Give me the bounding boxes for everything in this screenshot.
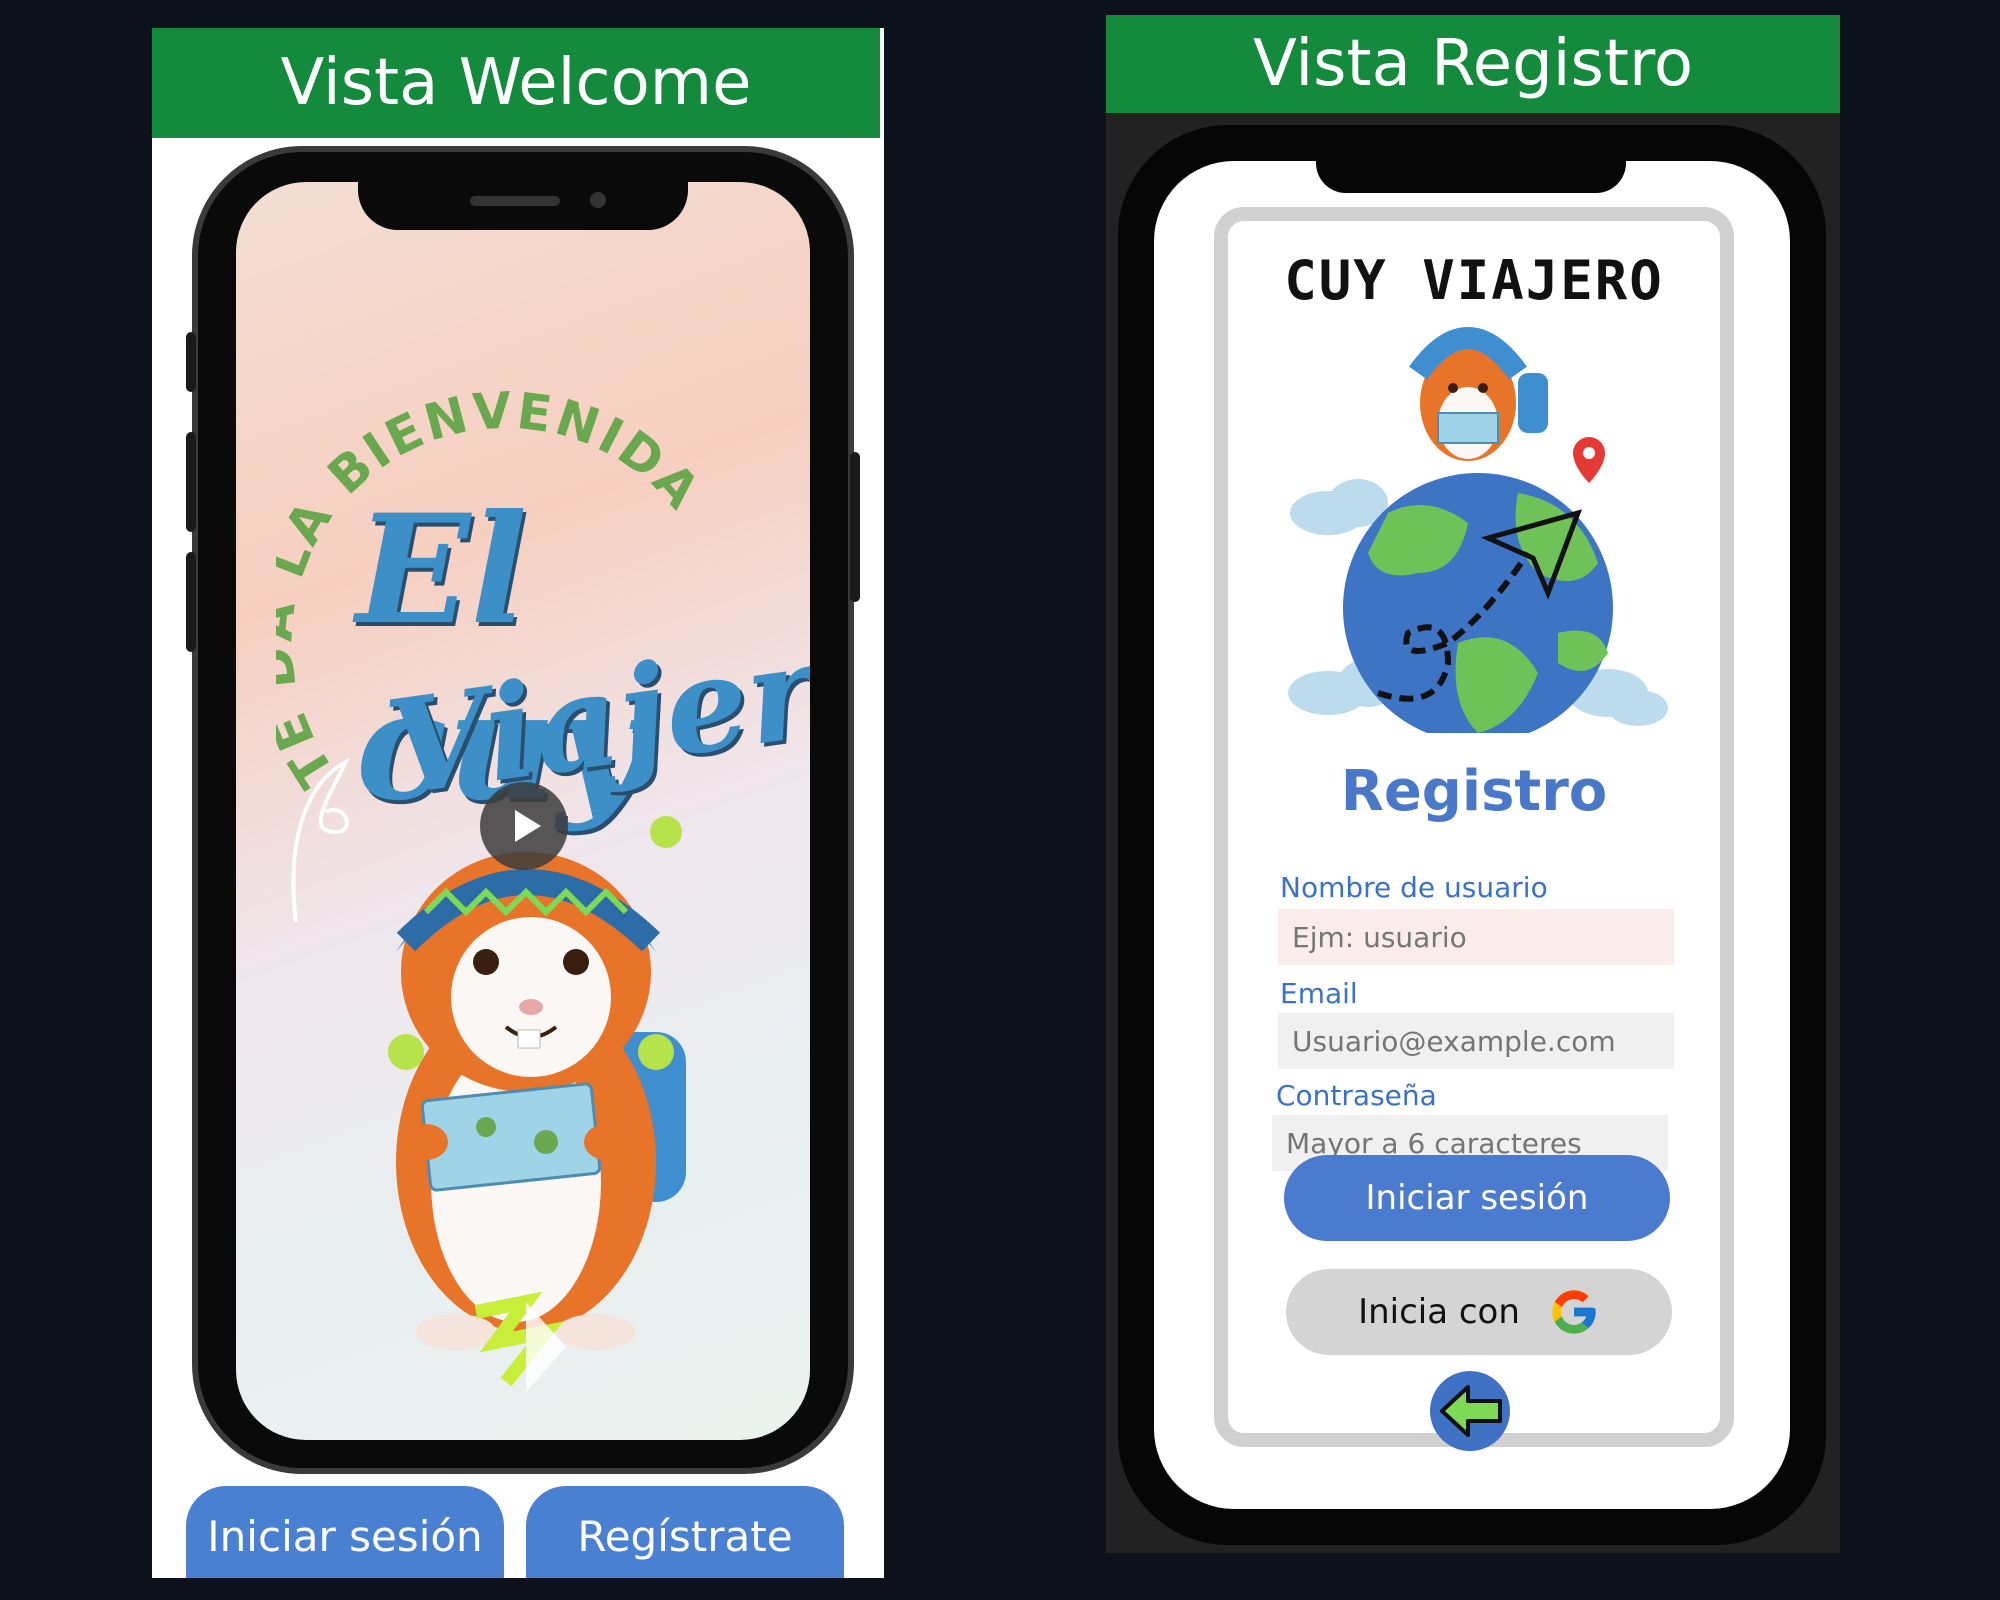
phone-side-button (850, 452, 860, 602)
registro-banner-title: Vista Registro (1106, 15, 1840, 113)
registro-screen: CUY VIAJERO Registro Nombre de usuario E… (1154, 161, 1790, 1509)
login-button[interactable]: Iniciar sesión (1284, 1155, 1670, 1241)
speaker-icon (470, 196, 560, 206)
username-label: Nombre de usuario (1280, 871, 1548, 904)
cuy-mascot-illustration (388, 816, 686, 1350)
google-signin-button[interactable]: Inicia con (1286, 1269, 1672, 1355)
zigzag-logo-icon (474, 1292, 566, 1392)
play-video-button[interactable] (480, 782, 568, 870)
phone-frame: CUY VIAJERO Registro Nombre de usuario E… (1118, 125, 1826, 1545)
phone-frame: TE DA LA BIENVENIDA El cuy Viajero (186, 146, 860, 1474)
phone-side-button (186, 332, 196, 392)
camera-icon (590, 192, 606, 208)
username-input[interactable] (1278, 909, 1674, 965)
phone-side-button (186, 432, 196, 532)
phone-notch (1316, 161, 1626, 193)
google-icon (1552, 1290, 1596, 1334)
registro-panel: Vista Registro CUY VIAJERO Registro Nomb… (1106, 15, 1840, 1553)
swirl-decoration (291, 757, 351, 923)
password-label: Contraseña (1276, 1079, 1437, 1112)
phone-side-button (186, 552, 196, 652)
registro-card: CUY VIAJERO Registro Nombre de usuario E… (1214, 207, 1734, 1451)
welcome-screen: TE DA LA BIENVENIDA El cuy Viajero (236, 182, 810, 1440)
google-button-label: Inicia con (1358, 1292, 1520, 1332)
login-button[interactable]: Iniciar sesión (186, 1486, 504, 1578)
registro-form-title: Registro (1340, 759, 1608, 824)
register-button[interactable]: Regístrate (526, 1486, 844, 1578)
email-label: Email (1280, 977, 1358, 1010)
welcome-banner-title: Vista Welcome (152, 28, 880, 138)
globe-illustration (1288, 327, 1668, 733)
brand-title: CUY VIAJERO (1284, 249, 1664, 312)
welcome-panel: Vista Welcome TE DA LA BIENVENIDA El cuy… (152, 28, 884, 1578)
phone-notch (358, 182, 688, 230)
back-arrow-icon[interactable] (1428, 1369, 1512, 1453)
email-input[interactable] (1278, 1013, 1674, 1069)
